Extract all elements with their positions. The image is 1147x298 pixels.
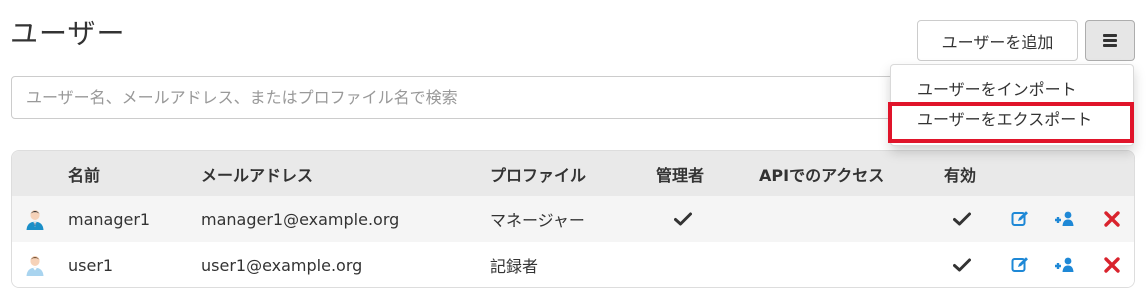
table-row[interactable]: user1 user1@example.org 記録者 <box>12 242 1134 287</box>
assign-user-icon[interactable] <box>1054 242 1076 287</box>
user-email: manager1@example.org <box>201 209 400 229</box>
column-header-admin[interactable]: 管理者 <box>656 151 704 196</box>
bars-icon <box>1103 34 1117 47</box>
user-profile: マネージャー <box>490 211 585 230</box>
assign-user-icon[interactable] <box>1054 196 1076 242</box>
user-email: user1@example.org <box>201 255 363 275</box>
user-name[interactable]: manager1 <box>68 196 150 242</box>
page-title: ユーザー <box>10 17 126 50</box>
menu-button[interactable] <box>1085 20 1135 61</box>
delete-icon[interactable] <box>1103 196 1121 242</box>
manager-avatar-icon <box>26 210 44 230</box>
user-avatar-icon <box>26 256 44 276</box>
column-header-api-access[interactable]: APIでのアクセス <box>759 151 884 196</box>
import-users-menu-item[interactable]: ユーザーをインポート <box>891 73 1133 103</box>
table-header: 名前 メールアドレス プロファイル 管理者 APIでのアクセス 有効 <box>12 151 1134 196</box>
dropdown-menu: ユーザーをインポート ユーザーをエクスポート <box>890 64 1134 146</box>
enabled-check-icon <box>953 242 971 287</box>
user-name[interactable]: user1 <box>68 242 113 287</box>
column-header-profile[interactable]: プロファイル <box>490 151 586 196</box>
export-users-menu-item[interactable]: ユーザーをエクスポート <box>891 103 1133 133</box>
add-user-button[interactable]: ユーザーを追加 <box>917 20 1078 61</box>
delete-icon[interactable] <box>1103 242 1121 287</box>
enabled-check-icon <box>953 196 971 242</box>
column-header-enabled[interactable]: 有効 <box>944 151 976 196</box>
table-row[interactable]: manager1 manager1@example.org マネージャー <box>12 196 1134 242</box>
column-header-email[interactable]: メールアドレス <box>201 151 313 196</box>
column-header-name[interactable]: 名前 <box>68 151 100 196</box>
user-profile: 記録者 <box>490 257 539 276</box>
admin-check-icon <box>674 196 692 242</box>
edit-icon[interactable] <box>1011 242 1029 287</box>
edit-icon[interactable] <box>1011 196 1029 242</box>
users-table: 名前 メールアドレス プロファイル 管理者 APIでのアクセス 有効 manag… <box>11 150 1135 288</box>
